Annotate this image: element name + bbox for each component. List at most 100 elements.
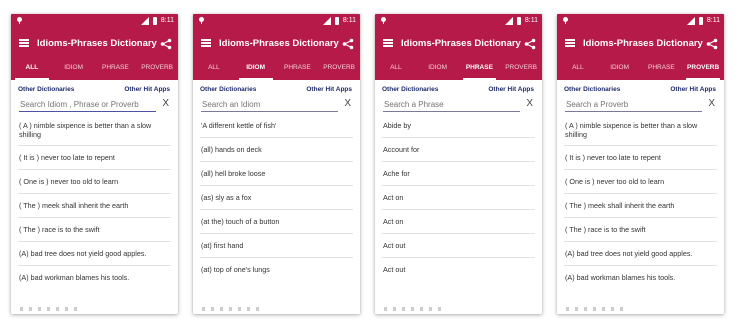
tab-phrase[interactable]: PHRASE: [459, 58, 501, 80]
list-item[interactable]: 'A different kettle of fish': [200, 114, 353, 138]
phone-screen: 8:11 Idioms-Phrases Dictionary ALL IDIOM P…: [11, 14, 178, 314]
tab-bar: ALL IDIOM PHRASE PROVERB: [375, 58, 542, 80]
tab-proverb[interactable]: PROVERB: [500, 58, 542, 80]
share-icon[interactable]: [160, 37, 172, 50]
list-item-text: Act out: [383, 241, 406, 250]
list-item[interactable]: Account for: [382, 138, 535, 162]
menu-icon[interactable]: [383, 39, 393, 47]
other-apps-link[interactable]: Other Hit Apps: [306, 86, 352, 93]
share-icon[interactable]: [706, 37, 718, 50]
other-dictionaries-link[interactable]: Other Dictionaries: [200, 86, 256, 93]
other-apps-link[interactable]: Other Hit Apps: [124, 86, 170, 93]
list-item-text: Act on: [383, 217, 404, 226]
links-row: Other Dictionaries Other Hit Apps: [375, 82, 542, 96]
tab-all[interactable]: ALL: [375, 58, 417, 80]
list-item[interactable]: Act on: [382, 210, 535, 234]
list-item-text: ( The ) race is to the swift: [19, 225, 100, 234]
list-item-text: Ache for: [383, 169, 410, 178]
list-item[interactable]: ( It is ) never too late to repent: [564, 146, 717, 170]
more-items-fade: [384, 307, 444, 311]
list-item[interactable]: ( A ) nimble sixpence is better than a s…: [18, 114, 171, 146]
list-item[interactable]: Abide by: [382, 114, 535, 138]
tab-proverb[interactable]: PROVERB: [136, 58, 178, 80]
list-item[interactable]: (at) first hand: [200, 234, 353, 258]
other-dictionaries-link[interactable]: Other Dictionaries: [18, 86, 74, 93]
other-apps-link[interactable]: Other Hit Apps: [670, 86, 716, 93]
list-item-text: 'A different kettle of fish': [201, 121, 277, 130]
tab-idiom[interactable]: IDIOM: [599, 58, 641, 80]
menu-icon[interactable]: [19, 39, 29, 47]
list-item[interactable]: Act out: [382, 258, 535, 281]
list-item[interactable]: (all) hell broke loose: [200, 162, 353, 186]
app-bar: Idioms-Phrases Dictionary: [11, 29, 178, 58]
list-item-text: ( One is ) never too old to learn: [565, 177, 665, 186]
notification-icon: [381, 17, 386, 24]
list-item[interactable]: ( The ) race is to the swift: [564, 218, 717, 242]
tab-all[interactable]: ALL: [11, 58, 53, 80]
tab-proverb[interactable]: PROVERB: [682, 58, 724, 80]
close-icon[interactable]: X: [162, 98, 169, 109]
list-item[interactable]: Act out: [382, 234, 535, 258]
search-input[interactable]: [19, 99, 156, 112]
list-item[interactable]: (A) bad tree does not yield good apples.: [564, 242, 717, 266]
menu-icon[interactable]: [565, 39, 575, 47]
app-bar: Idioms-Phrases Dictionary: [557, 29, 724, 58]
menu-icon[interactable]: [201, 39, 211, 47]
list-item[interactable]: (A) bad tree does not yield good apples.: [18, 242, 171, 266]
app-title: Idioms-Phrases Dictionary: [583, 38, 703, 49]
close-icon[interactable]: X: [344, 98, 351, 109]
tab-idiom[interactable]: IDIOM: [417, 58, 459, 80]
list-item[interactable]: (all) hands on deck: [200, 138, 353, 162]
list-item[interactable]: Ache for: [382, 162, 535, 186]
results-list: ( A ) nimble sixpence is better than a s…: [18, 114, 171, 289]
list-item-text: (as) sly as a fox: [201, 193, 252, 202]
tab-all[interactable]: ALL: [557, 58, 599, 80]
list-item[interactable]: (at the) touch of a button: [200, 210, 353, 234]
list-item[interactable]: ( A ) nimble sixpence is better than a s…: [564, 114, 717, 146]
list-item[interactable]: (A) bad workman blames his tools.: [564, 266, 717, 289]
app-title: Idioms-Phrases Dictionary: [401, 38, 521, 49]
tab-idiom[interactable]: IDIOM: [53, 58, 95, 80]
tab-idiom[interactable]: IDIOM: [235, 58, 277, 80]
battery-icon: [699, 17, 703, 25]
list-item[interactable]: ( The ) meek shall inherit the earth: [18, 194, 171, 218]
list-item[interactable]: (A) bad workman blames his tools.: [18, 266, 171, 289]
close-icon[interactable]: X: [526, 98, 533, 109]
list-item[interactable]: ( The ) meek shall inherit the earth: [564, 194, 717, 218]
list-item-text: ( It is ) never too late to repent: [19, 153, 115, 162]
battery-icon: [517, 17, 521, 25]
tab-proverb[interactable]: PROVERB: [318, 58, 360, 80]
tab-bar: ALL IDIOM PHRASE PROVERB: [557, 58, 724, 80]
list-item-text: ( A ) nimble sixpence is better than a s…: [565, 120, 698, 139]
list-item-text: Account for: [383, 145, 420, 154]
search-input[interactable]: [201, 99, 338, 112]
results-list: ( A ) nimble sixpence is better than a s…: [564, 114, 717, 289]
list-item[interactable]: (as) sly as a fox: [200, 186, 353, 210]
list-item[interactable]: ( One is ) never too old to learn: [564, 170, 717, 194]
share-icon[interactable]: [524, 37, 536, 50]
close-icon[interactable]: X: [708, 98, 715, 109]
other-dictionaries-link[interactable]: Other Dictionaries: [382, 86, 438, 93]
other-apps-link[interactable]: Other Hit Apps: [488, 86, 534, 93]
tab-phrase[interactable]: PHRASE: [641, 58, 683, 80]
search-bar: X: [11, 96, 178, 114]
list-item-text: (A) bad workman blames his tools.: [19, 273, 130, 282]
list-item[interactable]: ( One is ) never too old to learn: [18, 170, 171, 194]
search-input[interactable]: [383, 99, 520, 112]
list-item[interactable]: (at) top of one's lungs: [200, 258, 353, 281]
more-items-fade: [202, 307, 262, 311]
list-item-text: ( The ) race is to the swift: [565, 225, 646, 234]
list-item-text: (A) bad tree does not yield good apples.: [565, 249, 693, 258]
share-icon[interactable]: [342, 37, 354, 50]
other-dictionaries-link[interactable]: Other Dictionaries: [564, 86, 620, 93]
tab-all[interactable]: ALL: [193, 58, 235, 80]
status-bar: 8:11: [375, 14, 542, 29]
tab-phrase[interactable]: PHRASE: [95, 58, 137, 80]
search-input[interactable]: [565, 99, 702, 112]
list-item[interactable]: ( The ) race is to the swift: [18, 218, 171, 242]
list-item[interactable]: ( It is ) never too late to repent: [18, 146, 171, 170]
status-bar: 8:11: [193, 14, 360, 29]
list-item[interactable]: Act on: [382, 186, 535, 210]
tab-phrase[interactable]: PHRASE: [277, 58, 319, 80]
list-item-text: Abide by: [383, 121, 411, 130]
